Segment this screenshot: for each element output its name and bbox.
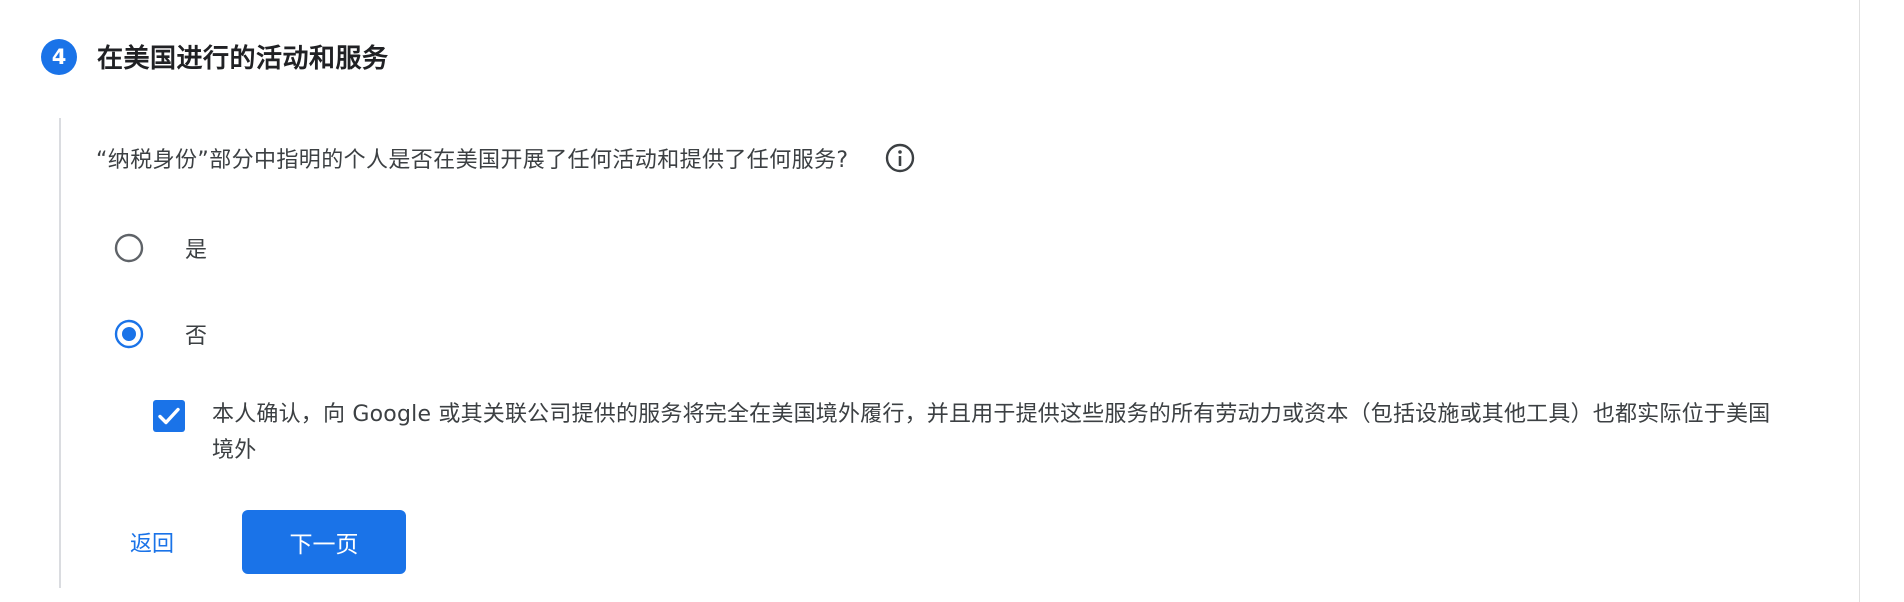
right-divider [1859,0,1860,602]
radio-option-no[interactable]: 否 [113,318,207,350]
step-title: 在美国进行的活动和服务 [97,44,389,74]
info-circle-icon[interactable] [884,142,916,174]
question-row: “纳税身份”部分中指明的个人是否在美国开展了任何活动和提供了任何服务? [96,142,916,174]
radio-label-yes: 是 [185,238,208,263]
section-rail [59,118,61,588]
confirmation-checkbox[interactable] [152,399,186,433]
confirmation-text: 本人确认，向 Google 或其关联公司提供的服务将完全在美国境外履行，并且用于… [212,402,1771,463]
back-button[interactable]: 返回 [130,526,182,558]
radio-unselected-icon[interactable] [113,232,145,264]
form-actions: 返回 下一页 [130,510,406,574]
radio-selected-icon[interactable] [113,318,145,350]
step-header: 4 在美国进行的活动和服务 [41,38,389,75]
radio-option-yes[interactable]: 是 [113,232,207,264]
next-page-button[interactable]: 下一页 [242,510,406,574]
question-text: “纳税身份”部分中指明的个人是否在美国开展了任何活动和提供了任何服务? [96,148,849,173]
radio-label-no: 否 [185,324,208,349]
confirmation-row: 本人确认，向 Google 或其关联公司提供的服务将完全在美国境外履行，并且用于… [152,397,1792,469]
step-number-badge: 4 [41,38,77,75]
tax-info-page: 4 在美国进行的活动和服务 “纳税身份”部分中指明的个人是否在美国开展了任何活动… [0,0,1904,602]
